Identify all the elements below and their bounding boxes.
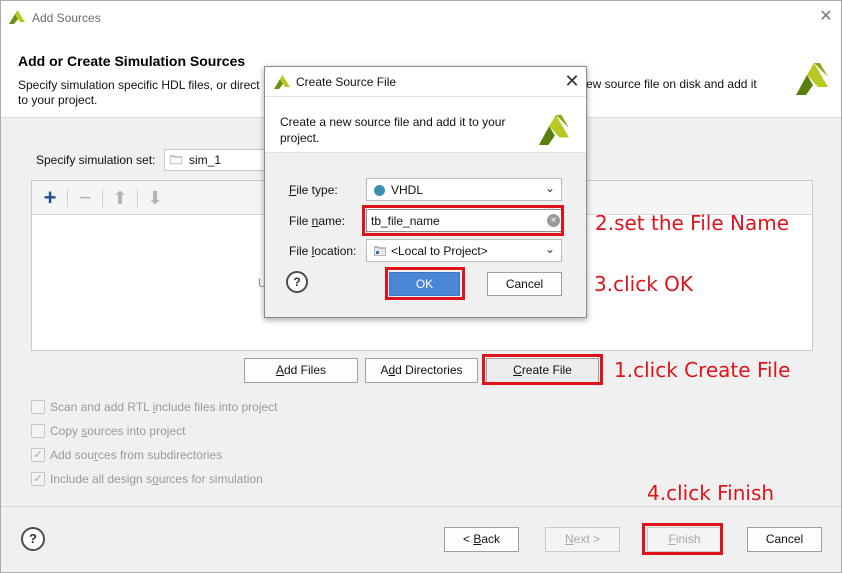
checkbox-checked[interactable]: ✓ [31, 472, 45, 486]
vivado-logo-icon [9, 10, 25, 24]
file-name-label-text: ame: [318, 214, 346, 228]
option-label: Add sources from subdirectories [50, 448, 222, 462]
toolbar-divider [67, 189, 68, 207]
vivado-logo-icon [796, 63, 828, 95]
option-label-text: Copy [50, 424, 82, 438]
option-label-text: ces from subdirectories [98, 448, 223, 462]
option-label-mnemonic: o [152, 472, 159, 486]
dialog-title: Create Source File [296, 75, 397, 89]
page-description-line2: to your project. [18, 93, 98, 107]
create-source-file-dialog: Create Source File ✕ Create a new source… [264, 66, 587, 318]
footer-divider [1, 506, 841, 507]
file-name-label-text: File [289, 214, 312, 228]
ok-button[interactable]: OK [389, 272, 460, 296]
simulation-set-label: Specify simulation set: [36, 153, 156, 167]
annotation-step4: 4.click Finish [647, 481, 775, 505]
annotation-step1: 1.click Create File [614, 358, 791, 382]
page-description-left: Specify simulation specific HDL files, o… [18, 78, 260, 92]
file-type-label-text: ile type: [296, 183, 338, 197]
option-label-text: Scan and add RTL [50, 400, 153, 414]
page-title: Add or Create Simulation Sources [18, 53, 246, 69]
add-files-label: dd Files [283, 363, 327, 377]
file-location-label: File location: [289, 244, 356, 258]
dialog-description-band: Create a new source file and add it to y… [265, 98, 586, 153]
minus-icon[interactable]: − [74, 187, 96, 209]
help-icon[interactable]: ? [286, 271, 308, 293]
checkbox-checked[interactable]: ✓ [31, 448, 45, 462]
next-label-mnemonic: N [564, 532, 574, 546]
chevron-down-icon: ⌄ [544, 242, 555, 256]
checkbox[interactable] [31, 424, 45, 438]
create-file-label-mnemonic: C [513, 363, 522, 377]
dialog-titlebar: Create Source File ✕ [265, 67, 586, 97]
checkbox[interactable] [31, 400, 45, 414]
annotation-step3: 3.click OK [594, 272, 693, 296]
arrow-up-icon[interactable]: ⬆ [109, 187, 131, 209]
option-label: Include all design sources for simulatio… [50, 472, 263, 486]
file-type-select[interactable]: VHDL ⌄ [366, 178, 562, 201]
add-files-label-mnemonic: A [275, 363, 284, 377]
back-button[interactable]: < Back [444, 527, 519, 552]
vhdl-file-icon [374, 185, 385, 196]
file-type-label: File type: [289, 183, 338, 197]
add-files-button[interactable]: Add Files [244, 358, 358, 383]
file-location-value: <Local to Project> [391, 244, 488, 258]
back-label-pre: < [462, 532, 474, 546]
option-label: Copy sources into project [50, 424, 185, 438]
create-file-button[interactable]: Create File [486, 358, 599, 383]
file-name-input[interactable] [366, 209, 562, 232]
toolbar-divider [102, 189, 103, 207]
dialog-cancel-button[interactable]: Cancel [487, 272, 562, 296]
next-button[interactable]: Next > [545, 527, 620, 552]
option-label-text: urces for simulation [158, 472, 263, 486]
close-icon[interactable]: ✕ [817, 8, 835, 26]
vivado-logo-icon [538, 114, 569, 145]
annotation-step2: 2.set the File Name [595, 211, 790, 235]
add-directories-button[interactable]: Add Directories [365, 358, 478, 383]
window-titlebar: Add Sources ✕ [1, 1, 841, 34]
simulation-set-value: sim_1 [189, 153, 222, 167]
file-type-value: VHDL [391, 183, 424, 197]
finish-label: inish [675, 532, 701, 546]
toolbar-divider [137, 189, 138, 207]
add-dirs-label: d Directories [395, 363, 463, 377]
folder-icon [374, 246, 386, 256]
folder-icon [170, 155, 182, 164]
next-label: ext > [573, 532, 601, 546]
finish-button[interactable]: Finish [647, 527, 722, 552]
page-description-right: ew source file on disk and add it [586, 77, 757, 91]
create-file-label: reate File [521, 363, 572, 377]
option-label-text: Add sou [50, 448, 95, 462]
cancel-button[interactable]: Cancel [747, 527, 822, 552]
back-label: ack [481, 532, 501, 546]
file-location-select[interactable]: <Local to Project> ⌄ [366, 239, 562, 262]
help-icon[interactable]: ? [21, 527, 45, 551]
file-location-label-text: File [289, 244, 312, 258]
option-label-text: nclude files into project [155, 400, 278, 414]
close-icon[interactable]: ✕ [562, 71, 582, 91]
option-label: Scan and add RTL include files into proj… [50, 400, 278, 414]
option-label-text: Include all design s [50, 472, 153, 486]
option-label-text: ources into project [87, 424, 186, 438]
clear-icon[interactable]: × [547, 214, 560, 227]
chevron-down-icon: ⌄ [544, 181, 555, 195]
vivado-logo-icon [274, 75, 290, 89]
finish-label-mnemonic: F [668, 532, 676, 546]
window-title: Add Sources [32, 11, 101, 25]
plus-icon[interactable]: + [39, 187, 61, 209]
file-name-label: File name: [289, 214, 345, 228]
dialog-description: Create a new source file and add it to y… [280, 115, 506, 145]
file-location-label-text: ocation: [314, 244, 357, 258]
arrow-down-icon[interactable]: ⬇ [144, 187, 166, 209]
